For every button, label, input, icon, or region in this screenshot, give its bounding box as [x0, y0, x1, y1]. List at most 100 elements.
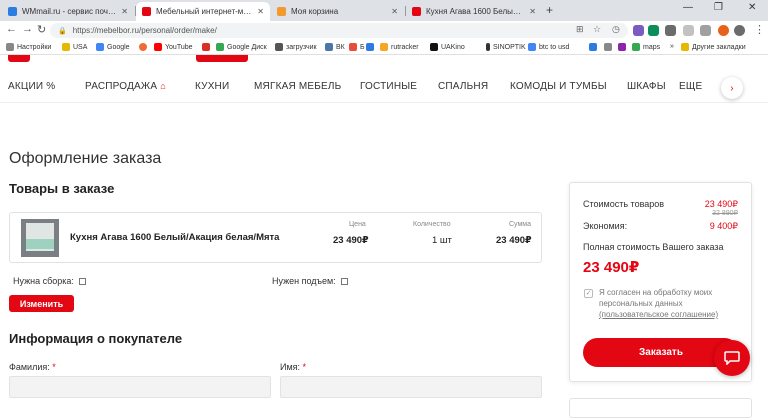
google-drive-icon	[216, 43, 224, 51]
bookmark-icon	[604, 43, 612, 51]
browser-tab-strip: WMmail.ru - сервис почтовых ра ✕ Мебельн…	[0, 0, 768, 21]
close-tab-icon[interactable]: ✕	[121, 7, 128, 16]
surname-field[interactable]	[9, 376, 271, 398]
page-title: Оформление заказа	[9, 150, 162, 167]
menu-kebab-icon[interactable]: ⋮	[754, 23, 765, 36]
lift-checkbox[interactable]	[340, 277, 348, 285]
wmmail-favicon-icon	[8, 7, 17, 16]
bookmark-item[interactable]: UAKino	[430, 43, 465, 51]
new-tab-icon[interactable]: +	[546, 3, 553, 17]
forward-icon[interactable]: →	[22, 23, 33, 35]
extensions-puzzle-icon[interactable]	[700, 25, 711, 36]
goods-cost-old-value: 32 890₽	[712, 210, 738, 217]
bookmark-item[interactable]: USA	[62, 43, 87, 51]
profile-icon[interactable]	[734, 25, 745, 36]
nav-item-living-rooms[interactable]: ГОСТИНЫЕ	[360, 81, 417, 92]
chat-button[interactable]	[714, 340, 750, 376]
bookmark-item[interactable]	[589, 43, 600, 51]
assembly-checkbox[interactable]	[78, 277, 86, 285]
bookmark-item[interactable]: rutracker	[380, 43, 419, 51]
header-button-fragment[interactable]	[196, 55, 248, 62]
buyer-info-heading: Информация о покупателе	[9, 331, 183, 346]
nav-item-bedroom[interactable]: СПАЛЬНЯ	[438, 81, 488, 92]
bookmark-item[interactable]: загрузчик	[275, 43, 317, 51]
bookmark-item[interactable]: Б	[349, 43, 365, 51]
product-favicon-icon	[412, 7, 421, 16]
bookmark-item[interactable]: maps	[632, 43, 660, 51]
bookmark-item[interactable]	[202, 43, 213, 51]
extension-icon[interactable]	[683, 25, 694, 36]
translate-icon[interactable]: ⊞	[576, 24, 584, 35]
avatar[interactable]	[718, 25, 729, 36]
secondary-card	[569, 398, 752, 418]
minimize-icon[interactable]: —	[683, 2, 693, 13]
more-bookmarks-icon[interactable]: »	[670, 43, 674, 50]
sum-value: 23 490₽	[496, 235, 532, 246]
bookmark-item[interactable]: Настройки	[6, 43, 51, 51]
tab-wmmail[interactable]: WMmail.ru - сервис почтовых ра ✕	[2, 2, 134, 21]
p-icon	[589, 43, 597, 51]
bookmark-star-icon[interactable]: ☆	[593, 24, 601, 35]
assembly-option: Нужна сборка:	[13, 276, 86, 286]
price-header: Цена	[349, 221, 366, 228]
google-icon	[528, 43, 536, 51]
folder-icon	[681, 43, 689, 51]
agree-checkbox[interactable]: ✓	[584, 289, 593, 298]
history-icon[interactable]: ◷	[612, 24, 620, 35]
change-button[interactable]: Изменить	[9, 295, 74, 312]
bookmark-item[interactable]: Google Диск	[216, 43, 267, 51]
nav-item-sales[interactable]: АКЦИИ %	[8, 81, 55, 92]
bookmark-item[interactable]: Google	[96, 43, 130, 51]
bookmark-item[interactable]	[604, 43, 615, 51]
yandex-icon	[139, 43, 147, 51]
name-field[interactable]	[280, 376, 542, 398]
bookmark-icon	[366, 43, 374, 51]
close-tab-icon[interactable]: ✕	[257, 7, 264, 16]
bookmark-item[interactable]: SINOPTIK	[486, 43, 526, 51]
bookmarks-bar: Настройки USA Google YouTube Google Диск…	[0, 40, 768, 55]
nav-item-clearance[interactable]: РАСПРОДАЖА ⌂	[85, 81, 166, 92]
back-icon[interactable]: ←	[6, 23, 17, 35]
product-name[interactable]: Кухня Агава 1600 Белый/Акация белая/Мята	[70, 232, 279, 243]
rutracker-icon	[380, 43, 388, 51]
gear-icon	[6, 43, 14, 51]
sum-header: Сумма	[509, 221, 531, 228]
close-window-icon[interactable]: ✕	[748, 2, 756, 13]
quantity-header: Количество	[413, 221, 451, 228]
extension-icon[interactable]	[633, 25, 644, 36]
google-icon	[96, 43, 104, 51]
close-tab-icon[interactable]: ✕	[529, 7, 536, 16]
user-agreement-link[interactable]: (пользовательское соглашение)	[599, 310, 718, 319]
nav-item-kitchens[interactable]: КУХНИ	[195, 81, 229, 92]
browser-toolbar: ← → ↻ 🔒 https://mebelbor.ru/personal/ord…	[0, 21, 768, 40]
product-thumbnail[interactable]	[21, 219, 59, 257]
tab-product[interactable]: Кухня Агава 1600 Белый/Акация ✕	[406, 2, 542, 21]
order-items-heading: Товары в заказе	[9, 181, 115, 196]
nav-item-wardrobes[interactable]: ШКАФЫ	[627, 81, 666, 92]
nav-scroll-right-icon[interactable]: ›	[721, 77, 743, 99]
bookmark-item[interactable]	[366, 43, 377, 51]
bookmark-item[interactable]	[139, 43, 150, 51]
bookmark-item[interactable]: ВК	[325, 43, 345, 51]
nav-item-more[interactable]: ЕЩЕ	[679, 81, 702, 92]
bookmark-item[interactable]	[618, 43, 629, 51]
tab-mebelbor[interactable]: Мебельный интернет-магазин М ✕	[136, 2, 270, 21]
nav-item-dressers[interactable]: КОМОДЫ И ТУМБЫ	[510, 81, 607, 92]
address-bar[interactable]: 🔒 https://mebelbor.ru/personal/order/mak…	[50, 23, 628, 38]
extension-icon[interactable]	[648, 25, 659, 36]
tag-icon: ⌂	[160, 81, 166, 91]
bookmark-folder-other[interactable]: Другие закладки	[681, 43, 746, 51]
quantity-value: 1 шт	[432, 235, 452, 246]
maximize-icon[interactable]: ❐	[714, 2, 723, 13]
order-item-row: Кухня Агава 1600 Белый/Акация белая/Мята…	[9, 212, 542, 263]
folder-icon	[62, 43, 70, 51]
extension-icon[interactable]	[665, 25, 676, 36]
logo-fragment	[8, 55, 30, 62]
uakino-icon	[430, 43, 438, 51]
close-tab-icon[interactable]: ✕	[391, 7, 398, 16]
bookmark-item[interactable]: btc to usd	[528, 43, 569, 51]
bookmark-item[interactable]: YouTube	[154, 43, 193, 51]
reload-icon[interactable]: ↻	[37, 23, 46, 36]
tab-cart[interactable]: Моя корзина ✕	[271, 2, 404, 21]
nav-item-soft-furniture[interactable]: МЯГКАЯ МЕБЕЛЬ	[254, 81, 341, 92]
